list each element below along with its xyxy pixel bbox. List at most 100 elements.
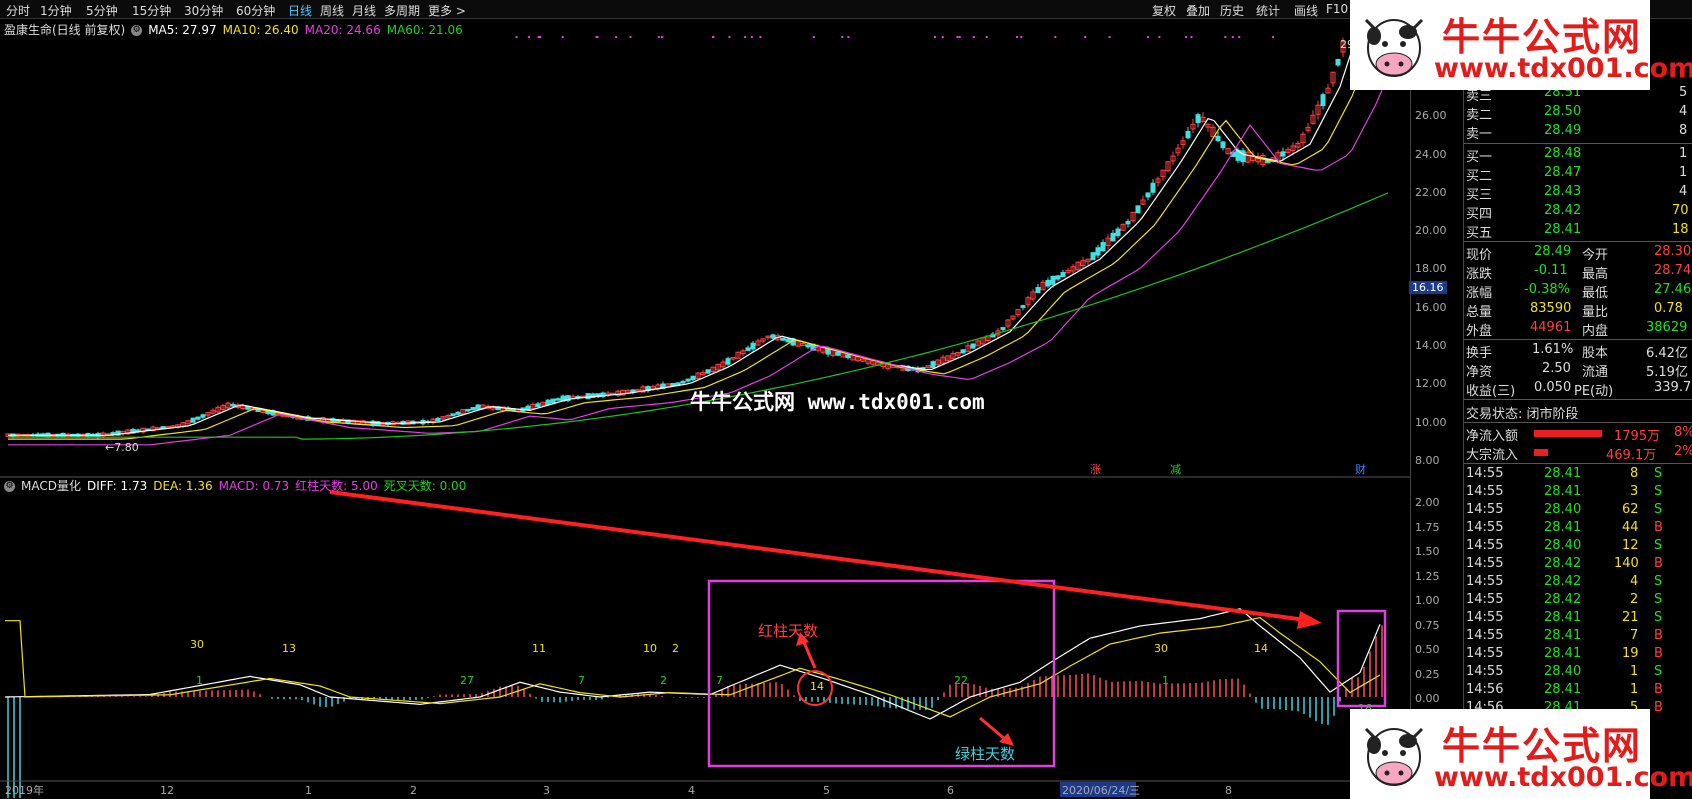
date-tick: 6 bbox=[947, 784, 954, 797]
tick-row: 14:55 28.41 8 S bbox=[1466, 466, 1663, 481]
tab-period-more[interactable]: 更多 > bbox=[428, 2, 466, 19]
btn-stats[interactable]: 统计 bbox=[1256, 2, 1280, 19]
signal-dot bbox=[972, 36, 975, 38]
candle-body bbox=[785, 338, 791, 343]
signal-dot bbox=[841, 36, 844, 38]
cow-icon bbox=[1364, 727, 1424, 786]
candle-body bbox=[690, 375, 696, 381]
tab-period-9[interactable]: 多周期 bbox=[384, 2, 420, 19]
price-tick-0: 26.00 bbox=[1415, 109, 1447, 122]
tick-row: 14:55 28.40 1 S bbox=[1466, 664, 1663, 679]
candle-body bbox=[835, 351, 841, 356]
green-count: 1 bbox=[1162, 674, 1169, 687]
date-tick: 4 bbox=[688, 784, 695, 797]
candle-body bbox=[745, 347, 751, 351]
tab-period-8[interactable]: 月线 bbox=[352, 2, 376, 19]
red-count: 30 bbox=[190, 638, 204, 651]
candle-body bbox=[555, 398, 561, 401]
price-tick-6: 14.00 bbox=[1415, 339, 1447, 352]
low-price-mark: ←7.80 bbox=[105, 441, 139, 454]
candle-body bbox=[435, 417, 441, 421]
red-count: 14 bbox=[810, 680, 824, 693]
candle-body bbox=[475, 404, 481, 410]
bid-row-1: 买一 28.48 1 bbox=[1466, 146, 1688, 165]
candle-body bbox=[585, 393, 591, 400]
candle-body bbox=[1000, 327, 1006, 331]
annotation-arrow bbox=[801, 639, 817, 669]
tab-period-5[interactable]: 60分钟 bbox=[236, 2, 275, 19]
annotation-box-right bbox=[1336, 609, 1387, 708]
macd-label: MACD: 0.73 bbox=[218, 479, 290, 493]
signal-dot bbox=[561, 36, 564, 38]
tab-period-6[interactable]: 日线 bbox=[288, 2, 312, 19]
stat-row-0: 现价 28.49 今开 28.30 bbox=[1466, 244, 1692, 263]
tab-period-3[interactable]: 15分钟 bbox=[132, 2, 171, 19]
green-count: 7 bbox=[716, 674, 723, 687]
candle-body bbox=[725, 358, 731, 365]
signal-dot bbox=[515, 36, 518, 38]
candle-body bbox=[1150, 182, 1156, 193]
date-tick: 8 bbox=[1225, 784, 1232, 797]
signal-dot bbox=[958, 36, 961, 38]
tab-period-2[interactable]: 5分钟 bbox=[86, 2, 118, 19]
signal-dot bbox=[661, 36, 664, 38]
candle-body bbox=[1240, 150, 1246, 163]
tab-period-0[interactable]: 分时 bbox=[6, 2, 30, 19]
macd-tick-0: 2.00 bbox=[1415, 496, 1440, 509]
candle-body bbox=[1125, 221, 1131, 225]
ask-row-2: 卖二 28.50 4 bbox=[1466, 104, 1688, 123]
quote-panel: 卖三 28.51 5 卖二 28.50 4 卖一 28.49 8 买一 28.48 1 买二 28… bbox=[1463, 18, 1692, 799]
price-tick-2: 22.00 bbox=[1415, 186, 1447, 199]
stat2-row-2: 收益(三) 0.050 PE(动) 339.7 bbox=[1466, 380, 1692, 399]
green-days-annotation: 绿柱天数 bbox=[955, 745, 1015, 763]
macd-tick-3: 1.25 bbox=[1415, 570, 1440, 583]
candle-body bbox=[1090, 252, 1096, 261]
btn-f10[interactable]: F10 bbox=[1326, 2, 1348, 16]
signal-dot bbox=[1016, 36, 1019, 38]
annotation-arrow bbox=[979, 716, 1007, 742]
date-tick: 3 bbox=[543, 784, 550, 797]
green-count: 2 bbox=[660, 674, 667, 687]
tick-row: 14:55 28.41 44 B bbox=[1466, 520, 1663, 535]
signal-dot bbox=[812, 36, 815, 38]
tick-row: 14:55 28.40 62 S bbox=[1466, 502, 1663, 517]
indicator-settings-icon[interactable]: ⚙ bbox=[4, 481, 15, 492]
stat-row-3: 总量 83590 量比 0.78 bbox=[1466, 301, 1683, 320]
candle-body bbox=[1035, 287, 1041, 293]
annotation-long-arrowhead bbox=[1297, 611, 1322, 629]
signal-dot bbox=[528, 36, 531, 38]
tick-row: 14:55 28.41 19 B bbox=[1466, 646, 1663, 661]
signal-dot bbox=[1108, 36, 1111, 38]
tab-period-4[interactable]: 30分钟 bbox=[184, 2, 223, 19]
btn-draw[interactable]: 画线 bbox=[1294, 2, 1318, 19]
btn-overlay[interactable]: 叠加 bbox=[1186, 2, 1210, 19]
event-badge: 涨 bbox=[1090, 463, 1101, 476]
candle-body bbox=[245, 406, 251, 410]
candle-body bbox=[1060, 272, 1066, 278]
tab-period-1[interactable]: 1分钟 bbox=[40, 2, 72, 19]
macd-tick-5: 0.75 bbox=[1415, 619, 1440, 632]
candle-body bbox=[960, 349, 966, 354]
bid-row-3: 买三 28.43 4 bbox=[1466, 184, 1688, 203]
signal-dot bbox=[1146, 36, 1149, 38]
green-count: 1 bbox=[196, 674, 203, 687]
candle-body bbox=[190, 417, 196, 423]
signal-dot bbox=[1084, 36, 1087, 38]
signal-dot bbox=[1054, 36, 1057, 38]
signal-dot bbox=[728, 36, 731, 38]
tab-period-7[interactable]: 周线 bbox=[320, 2, 344, 19]
candle-body bbox=[1045, 279, 1051, 287]
candle-body bbox=[805, 344, 811, 348]
candle-body bbox=[545, 399, 551, 405]
tick-row: 14:55 28.42 2 S bbox=[1466, 592, 1663, 607]
indicator-header: ⚙ MACD量化 DIFF: 1.73 DEA: 1.36 MACD: 0.73 红柱天数… bbox=[4, 477, 472, 494]
candle-body bbox=[145, 428, 151, 431]
red-count: 10 bbox=[643, 642, 657, 655]
green-count: 27 bbox=[460, 674, 474, 687]
tick-row: 14:55 28.42 4 S bbox=[1466, 574, 1663, 589]
bid-row-2: 买二 28.47 1 bbox=[1466, 165, 1688, 184]
btn-fuquan[interactable]: 复权 bbox=[1152, 2, 1176, 19]
signal-dot bbox=[934, 36, 937, 38]
watermark-url-2: www.tdx001.com bbox=[1434, 762, 1692, 793]
btn-history[interactable]: 历史 bbox=[1220, 2, 1244, 19]
